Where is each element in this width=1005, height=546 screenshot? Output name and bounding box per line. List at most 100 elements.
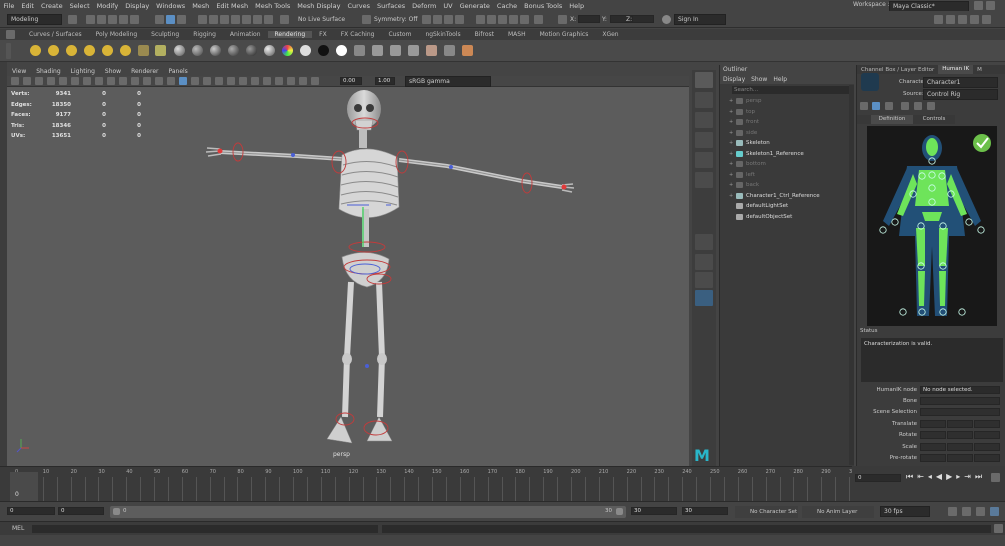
ramp-shader-icon[interactable]	[282, 45, 293, 56]
attribute-editor-icon[interactable]	[946, 15, 955, 24]
range-end-handle[interactable]	[616, 508, 623, 515]
panel-tool-icon[interactable]	[23, 77, 31, 85]
panel-menu-panels[interactable]: Panels	[163, 68, 192, 75]
spot-light-icon[interactable]	[84, 45, 95, 56]
channel-box-icon[interactable]	[970, 15, 979, 24]
panel-menu-view[interactable]: View	[7, 68, 31, 75]
snap-live-icon[interactable]	[253, 15, 262, 24]
render-region-icon[interactable]	[354, 45, 365, 56]
toon-shader-icon[interactable]	[318, 45, 329, 56]
shelf-tab-custom[interactable]: Custom	[381, 31, 418, 38]
menu-edit-mesh[interactable]: Edit Mesh	[213, 2, 252, 10]
character-set-dropdown[interactable]: No Character Set	[735, 506, 798, 518]
undo-icon[interactable]	[119, 15, 128, 24]
outliner-menu-display[interactable]: Display	[720, 76, 748, 83]
outliner-item[interactable]: defaultObjectSet	[720, 212, 854, 223]
camera-icon[interactable]	[487, 15, 496, 24]
hik-attr-field[interactable]	[974, 454, 1000, 462]
directional-light-icon[interactable]	[66, 45, 77, 56]
step-forward-icon[interactable]: ▸	[956, 472, 960, 482]
select-object-icon[interactable]	[166, 15, 175, 24]
hik-attr-field[interactable]	[920, 396, 1000, 405]
panel-tool-icon[interactable]	[143, 77, 151, 85]
hypershade-icon[interactable]	[476, 15, 485, 24]
panel-tool-icon[interactable]	[71, 77, 79, 85]
time-slider[interactable]: 0 10 20 30 40 50 60 70 80 90 100 110 120 130 140 150 160…	[0, 466, 859, 501]
workspace-icon[interactable]	[974, 1, 983, 10]
panel-tool-icon[interactable]	[311, 77, 319, 85]
hik-save-icon[interactable]	[914, 102, 922, 110]
panel-tool-icon[interactable]	[131, 77, 139, 85]
shelf-menu-icon[interactable]	[6, 43, 11, 59]
blinn-shader-icon[interactable]	[174, 45, 185, 56]
panel-tool-icon[interactable]	[287, 77, 295, 85]
playblast-icon[interactable]	[498, 15, 507, 24]
menu-mesh-tools[interactable]: Mesh Tools	[252, 2, 294, 10]
paint-select-icon[interactable]	[695, 112, 713, 128]
outliner-item[interactable]: + top	[720, 107, 854, 118]
outliner-item[interactable]: + back	[720, 180, 854, 191]
mel-label[interactable]: MEL	[12, 525, 24, 532]
panel-tool-icon[interactable]	[59, 77, 67, 85]
surface-shader-icon[interactable]	[264, 45, 275, 56]
sound-icon[interactable]	[976, 507, 985, 516]
arnold-icon[interactable]	[520, 15, 529, 24]
history-icon[interactable]	[264, 15, 273, 24]
outliner-item[interactable]: + Skeleton1_Reference	[720, 149, 854, 160]
phonge-shader-icon[interactable]	[228, 45, 239, 56]
four-view-icon[interactable]	[695, 254, 713, 270]
ambient-light-icon[interactable]	[48, 45, 59, 56]
menu-display[interactable]: Display	[122, 2, 153, 10]
panel-tool-icon[interactable]	[191, 77, 199, 85]
humanik-node-field[interactable]: No node selected.	[920, 385, 1000, 394]
white-shader-icon[interactable]	[336, 45, 347, 56]
menu-curves[interactable]: Curves	[344, 2, 374, 10]
hik-attr-field[interactable]	[947, 431, 973, 439]
select-component-icon[interactable]	[177, 15, 186, 24]
playback-settings-icon[interactable]	[991, 473, 1000, 482]
use-background-icon[interactable]	[300, 45, 311, 56]
transform-mode-icon[interactable]	[558, 15, 567, 24]
batch-render-icon[interactable]	[390, 45, 401, 56]
symmetry-label[interactable]: Symmetry: Off	[374, 16, 417, 23]
shelf-tab-curves-surfaces[interactable]: Curves / Surfaces	[22, 31, 89, 38]
hik-attr-field[interactable]	[974, 442, 1000, 451]
panel-tool-icon[interactable]	[47, 77, 55, 85]
panel-tool-icon[interactable]	[275, 77, 283, 85]
panel-tool-icon[interactable]	[215, 77, 223, 85]
expand-icon[interactable]: +	[729, 140, 736, 146]
single-view-icon[interactable]	[695, 234, 713, 250]
panel-menu-lighting[interactable]: Lighting	[66, 68, 100, 75]
shelf-settings-icon[interactable]	[6, 30, 15, 39]
hik-attr-field[interactable]	[974, 431, 1000, 439]
outliner-item[interactable]: + Character1_Ctrl_Reference	[720, 191, 854, 202]
arnold-shelf-icon[interactable]	[462, 45, 473, 56]
step-forward-key-icon[interactable]: ⇥	[964, 472, 971, 482]
new-scene-icon[interactable]	[86, 15, 95, 24]
auto-key-icon[interactable]	[948, 507, 957, 516]
render-view-icon[interactable]	[433, 15, 442, 24]
light-icon[interactable]	[509, 15, 518, 24]
outliner-item[interactable]: defaultLightSet	[720, 201, 854, 212]
save-scene-icon[interactable]	[108, 15, 117, 24]
panel-tool-icon[interactable]	[155, 77, 163, 85]
menu-mesh[interactable]: Mesh	[189, 2, 213, 10]
snap-curve-icon[interactable]	[209, 15, 218, 24]
hik-attr-field[interactable]	[947, 454, 973, 462]
hypershade-shelf-icon[interactable]	[426, 45, 437, 56]
add-icon[interactable]	[860, 102, 868, 110]
playback-frame-field[interactable]: 0	[855, 474, 901, 482]
panel-tool-icon[interactable]	[299, 77, 307, 85]
move-tool-icon[interactable]	[695, 132, 713, 148]
menu-uv[interactable]: UV	[440, 2, 456, 10]
viewport-persp[interactable]: Verts: 9341 0 0 Edges: 18350 0 0 Faces: 9177 0 0 Tri…	[7, 87, 689, 466]
expand-icon[interactable]: +	[729, 130, 736, 136]
start-time-field[interactable]: 0	[7, 507, 55, 515]
expand-icon[interactable]: +	[729, 172, 736, 178]
go-to-start-icon[interactable]: ⏮	[906, 472, 913, 482]
playback-end-field[interactable]: 30	[631, 507, 677, 515]
character-dropdown[interactable]: Character1	[923, 76, 998, 88]
panel-tool-icon[interactable]	[239, 77, 247, 85]
step-back-key-icon[interactable]: ⇤	[917, 472, 924, 482]
fps-dropdown[interactable]: 30 fps	[880, 506, 930, 517]
